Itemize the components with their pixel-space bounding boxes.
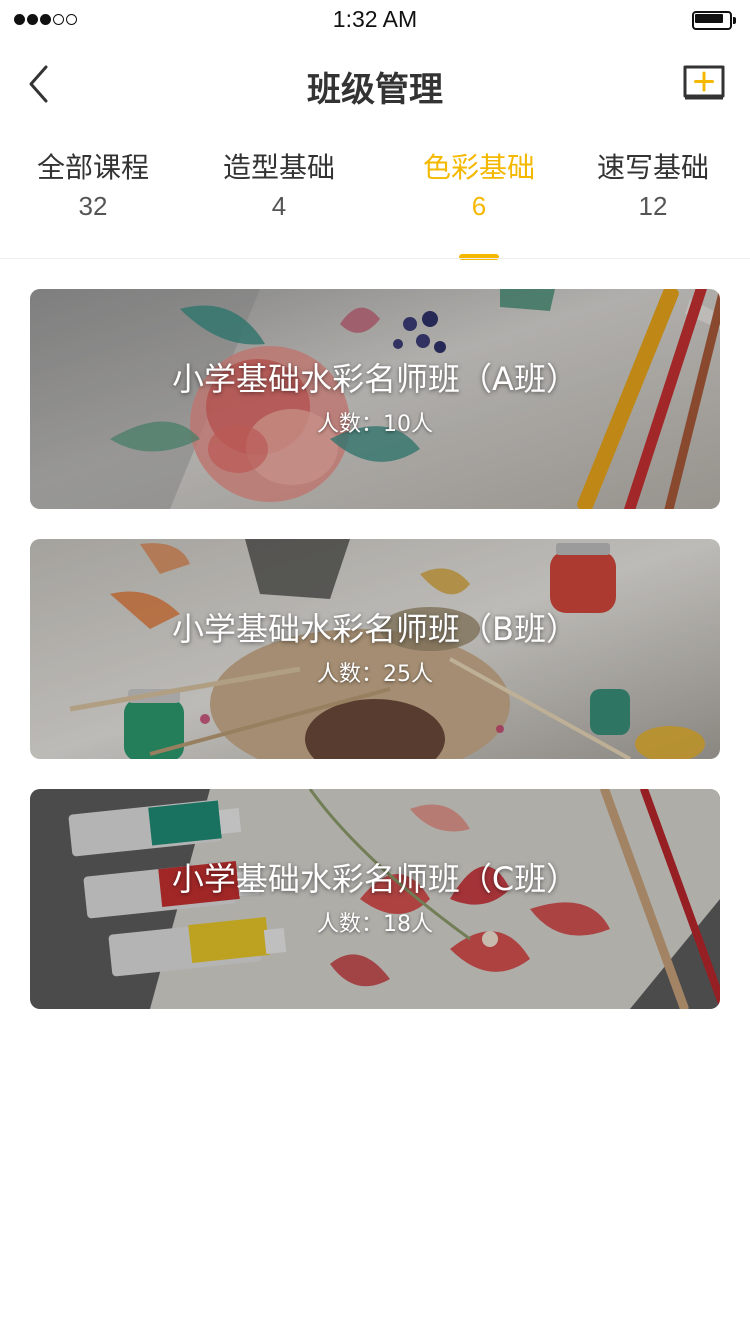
tab-label: 速写基础 [596, 151, 709, 184]
add-square-icon [683, 65, 725, 100]
back-button[interactable] [18, 60, 62, 108]
class-name: 小学基础水彩名师班（A班） [172, 360, 578, 398]
category-tabs: 全部课程 32 造型基础 4 色彩基础 6 速写基础 12 [0, 150, 750, 260]
class-member-count: 人数：10人 [317, 412, 433, 437]
tabs-divider [0, 258, 750, 259]
status-time: 1:32 AM [332, 6, 418, 32]
card-overlay [30, 289, 720, 509]
tab-count: 6 [471, 191, 487, 221]
tab-label: 造型基础 [222, 151, 335, 184]
class-name: 小学基础水彩名师班（B班） [172, 610, 578, 648]
page-title: 班级管理 [307, 70, 443, 110]
tab-count: 12 [638, 191, 668, 221]
battery-icon [692, 11, 738, 30]
nav-bar: 班级管理 [0, 40, 750, 128]
add-class-button[interactable] [682, 64, 726, 102]
chevron-left-icon [29, 65, 48, 103]
tab-label: 色彩基础 [422, 151, 535, 184]
active-tab-indicator [459, 254, 499, 260]
tab-color-basics[interactable]: 色彩基础 6 [394, 150, 564, 260]
tab-count: 32 [78, 191, 108, 221]
tab-sketch-basics[interactable]: 速写基础 12 [568, 150, 738, 258]
class-card-a[interactable]: 小学基础水彩名师班（A班） 人数：10人 [30, 289, 720, 509]
class-member-count: 人数：18人 [317, 912, 433, 937]
card-overlay [30, 789, 720, 1009]
class-card-c[interactable]: 小学基础水彩名师班（C班） 人数：18人 [30, 789, 720, 1009]
tab-modeling-basics[interactable]: 造型基础 4 [194, 150, 364, 258]
tab-count: 4 [271, 191, 287, 221]
card-overlay [30, 539, 720, 759]
class-name: 小学基础水彩名师班（C班） [171, 860, 579, 898]
class-card-b[interactable]: 小学基础水彩名师班（B班） 人数：25人 [30, 539, 720, 759]
tab-label: 全部课程 [36, 151, 149, 184]
tab-all-courses[interactable]: 全部课程 32 [8, 150, 178, 258]
class-member-count: 人数：25人 [317, 662, 433, 687]
status-bar: 1:32 AM [0, 0, 750, 40]
